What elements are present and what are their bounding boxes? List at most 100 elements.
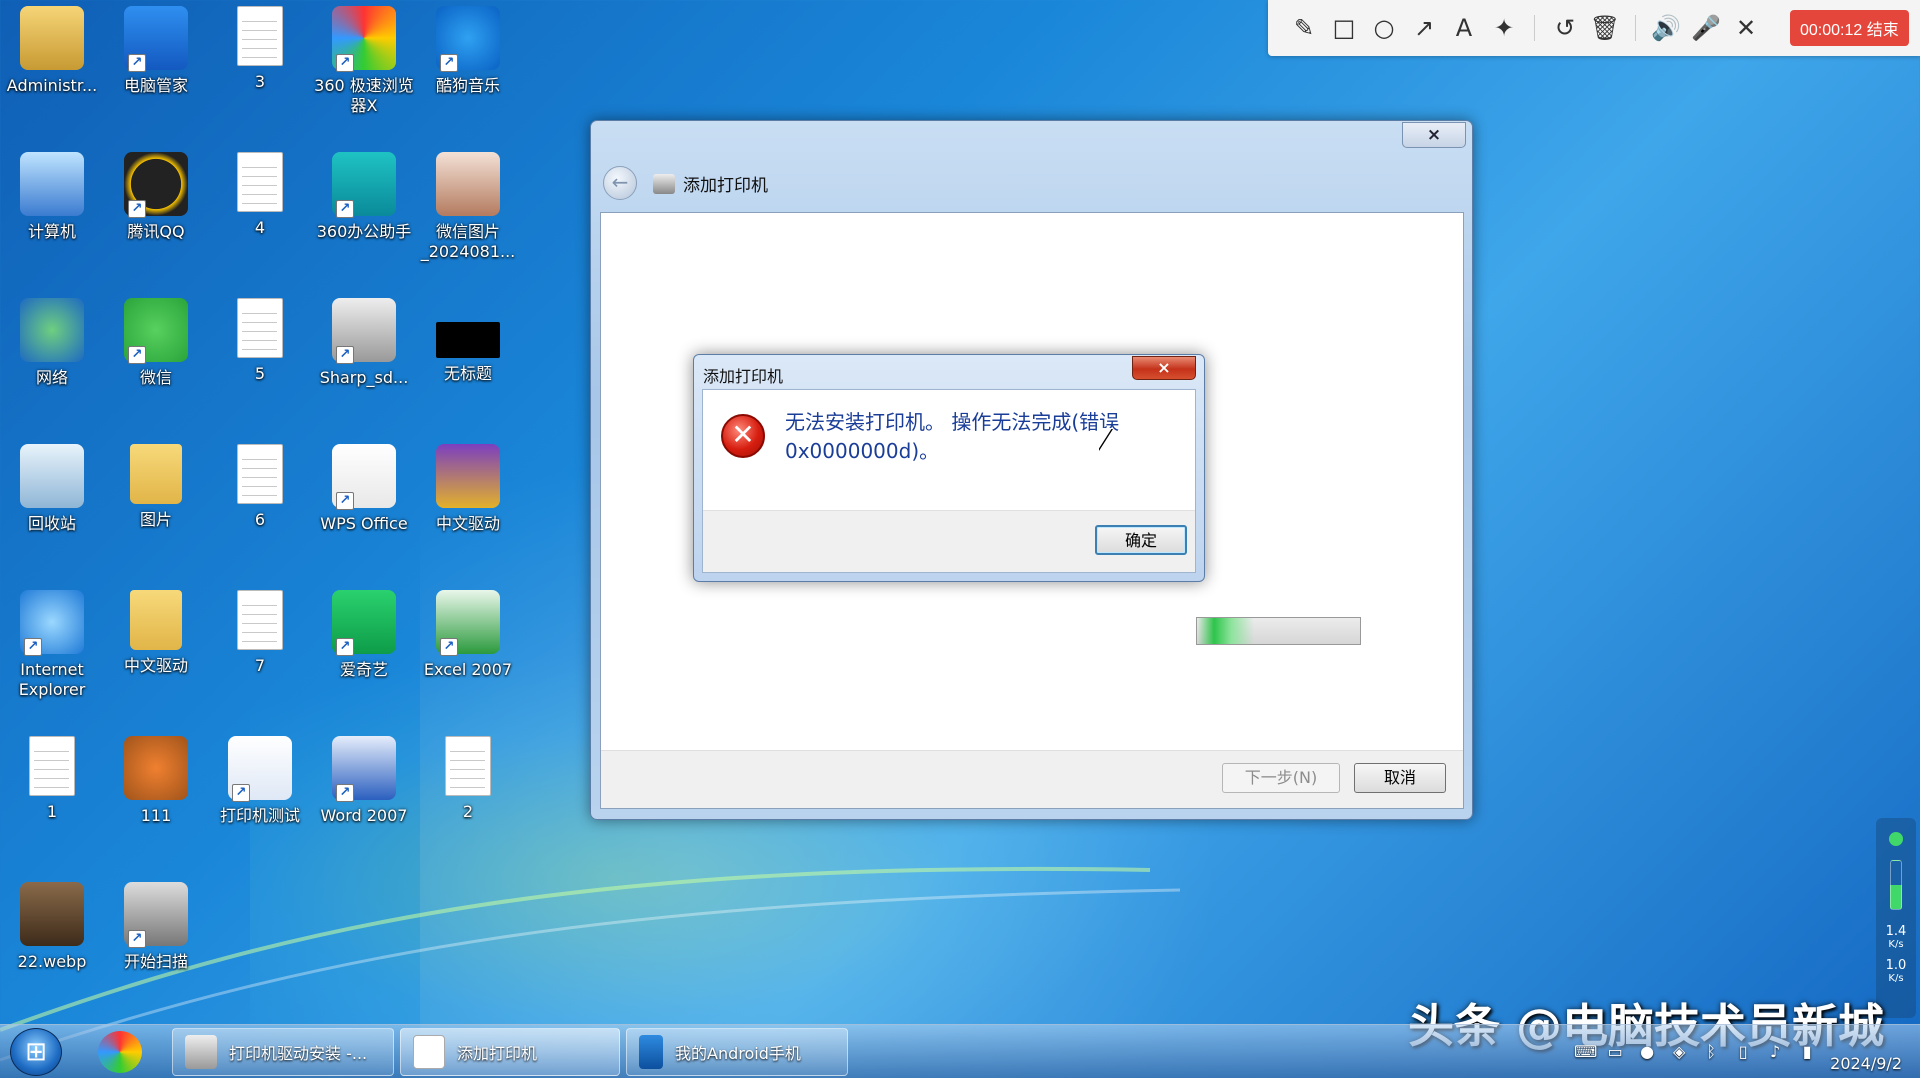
shortcut-arrow-icon: ↗ [128, 200, 146, 218]
desktop-icon[interactable]: ↗ Word 2007 [312, 736, 416, 826]
pencil-icon[interactable]: ✎ [1284, 8, 1324, 48]
phone-icon [639, 1035, 663, 1069]
qq-tray-icon[interactable]: ● [1638, 1043, 1656, 1061]
bluetooth-icon[interactable]: ᛒ [1702, 1043, 1720, 1061]
recording-timer-button[interactable]: 00:00:12 结束 [1790, 10, 1909, 46]
shortcut-arrow-icon: ↗ [336, 492, 354, 510]
keyboard-icon[interactable]: ⌨ [1574, 1043, 1597, 1061]
desktop-icon[interactable]: 回收站 [0, 444, 104, 534]
desktop-icon[interactable]: ↗ 开始扫描 [104, 882, 208, 972]
window-close-button[interactable]: × [1402, 122, 1466, 148]
close-icon[interactable]: ✕ [1726, 8, 1766, 48]
360-browser-icon[interactable] [98, 1031, 142, 1073]
scanner-icon: ↗ [124, 882, 188, 948]
taskbar-item-add-printer[interactable]: 添加打印机 [400, 1028, 620, 1076]
desktop-icon[interactable]: 6 [208, 444, 312, 530]
taskbar-item-installer[interactable]: 打印机驱动安装 -... [172, 1028, 394, 1076]
document-icon [237, 444, 283, 504]
desktop-icon[interactable]: 无标题 [416, 298, 520, 384]
dialog-title: 添加打印机 [703, 367, 784, 386]
desktop-icon-label: 开始扫描 [123, 952, 188, 971]
desktop-icon-label: 微信图片_2024081... [420, 222, 516, 261]
error-icon: ✕ [721, 414, 765, 458]
desktop-icon[interactable]: 5 [208, 298, 312, 384]
desktop-icon[interactable]: ↗ Sharp_sd... [312, 298, 416, 388]
archive-icon [436, 444, 500, 508]
desktop-icon[interactable]: 中文驱动 [104, 590, 208, 676]
desktop-icon[interactable]: 中文驱动 [416, 444, 520, 534]
usage-meter [1890, 860, 1902, 910]
desktop-icon[interactable]: ↗ 360办公助手 [312, 152, 416, 242]
desktop-icon[interactable]: 111 [104, 736, 208, 826]
dialog-body: ✕ 无法安装打印机。 操作无法完成(错误 0x0000000d)。 确定 [702, 389, 1196, 573]
photo-icon [20, 882, 84, 946]
desktop-icon[interactable]: ↗ 腾讯QQ [104, 152, 208, 242]
battery-icon[interactable]: ▯ [1734, 1043, 1752, 1061]
desktop-icon[interactable]: 3 [208, 6, 312, 92]
shield-tray-icon[interactable]: ◈ [1670, 1043, 1688, 1061]
desktop-icon[interactable]: 计算机 [0, 152, 104, 242]
desktop-icon[interactable]: 1 [0, 736, 104, 822]
desktop-icon[interactable]: ↗ 打印机测试 [208, 736, 312, 826]
desktop-icon[interactable]: ↗ 微信 [104, 298, 208, 388]
desktop-icon[interactable]: ↗ 360 极速浏览器X [312, 6, 416, 116]
shortcut-arrow-icon: ↗ [440, 638, 458, 656]
desktop-icon-label: 腾讯QQ [127, 222, 185, 241]
circle-icon[interactable]: ○ [1364, 8, 1404, 48]
desktop-icon-label: 网络 [35, 368, 68, 387]
cancel-button[interactable]: 取消 [1354, 763, 1446, 793]
text-icon[interactable]: A [1444, 8, 1484, 48]
desktop-icon-label: 360 极速浏览器X [314, 76, 414, 115]
back-arrow-icon[interactable]: ← [603, 166, 637, 200]
desktop-icon[interactable]: ↗ Internet Explorer [0, 590, 104, 700]
clock-date[interactable]: 2024/9/2 [1830, 1054, 1902, 1073]
desktop-icon[interactable]: ↗ 电脑管家 [104, 6, 208, 96]
desktop-icon[interactable]: ↗ Excel 2007 [416, 590, 520, 680]
computer-icon [20, 152, 84, 216]
recycle-bin-icon [20, 444, 84, 508]
ok-button[interactable]: 确定 [1095, 525, 1187, 555]
next-button[interactable]: 下一步(N) [1222, 763, 1340, 793]
desktop-icon-label: 回收站 [27, 514, 76, 533]
desktop-icon-label: 22.webp [17, 952, 87, 971]
desktop-icon[interactable]: 4 [208, 152, 312, 238]
magic-wand-icon[interactable]: ✦ [1484, 8, 1524, 48]
rectangle-icon[interactable]: □ [1324, 8, 1364, 48]
ie-icon: ↗ [20, 590, 84, 656]
speaker-icon[interactable]: 🔊 [1646, 8, 1686, 48]
desktop-icon-label: 360办公助手 [316, 222, 412, 241]
desktop-icon[interactable]: 图片 [104, 444, 208, 530]
volume-icon[interactable]: ♪ [1766, 1043, 1784, 1061]
desktop-icon-label: 无标题 [443, 364, 492, 383]
desktop-icon-label: 2 [462, 802, 474, 821]
desktop-icon[interactable]: ↗ WPS Office [312, 444, 416, 534]
shortcut-arrow-icon: ↗ [128, 930, 146, 948]
pictures-folder-icon [130, 444, 182, 504]
desktop-icon[interactable]: ↗ 爱奇艺 [312, 590, 416, 680]
arrow-icon[interactable]: ↗ [1404, 8, 1444, 48]
dialog-close-button[interactable]: × [1132, 356, 1196, 380]
desktop-icon[interactable]: 微信图片_2024081... [416, 152, 520, 262]
desktop-icon-label: 计算机 [27, 222, 76, 241]
desktop-icon[interactable]: ↗ 酷狗音乐 [416, 6, 520, 96]
dialog-footer: 确定 [703, 510, 1195, 572]
desktop-icon[interactable]: Administr... [0, 6, 104, 96]
desktop-icon[interactable]: 网络 [0, 298, 104, 388]
desktop-icon-label: Sharp_sd... [319, 368, 409, 387]
monitor-icon[interactable]: ▭ [1606, 1043, 1624, 1061]
undo-icon[interactable]: ↺ [1545, 8, 1585, 48]
desktop-icon-label: 3 [254, 72, 266, 91]
browser-icon: ↗ [332, 6, 396, 72]
taskbar-item-android[interactable]: 我的Android手机 [626, 1028, 848, 1076]
download-speed: 1.0 [1885, 958, 1907, 973]
window-title: 添加打印机 [683, 176, 768, 196]
desktop-icon[interactable]: 22.webp [0, 882, 104, 972]
desktop-icon[interactable]: 2 [416, 736, 520, 822]
network-icon [20, 298, 84, 362]
signal-icon[interactable]: ▮ [1798, 1043, 1816, 1061]
shield-app-icon: ↗ [124, 6, 188, 72]
trash-icon[interactable]: 🗑 [1585, 8, 1625, 48]
desktop-icon[interactable]: 7 [208, 590, 312, 676]
windows-logo-icon[interactable]: ⊞ [10, 1028, 62, 1076]
microphone-icon[interactable]: 🎤 [1686, 8, 1726, 48]
